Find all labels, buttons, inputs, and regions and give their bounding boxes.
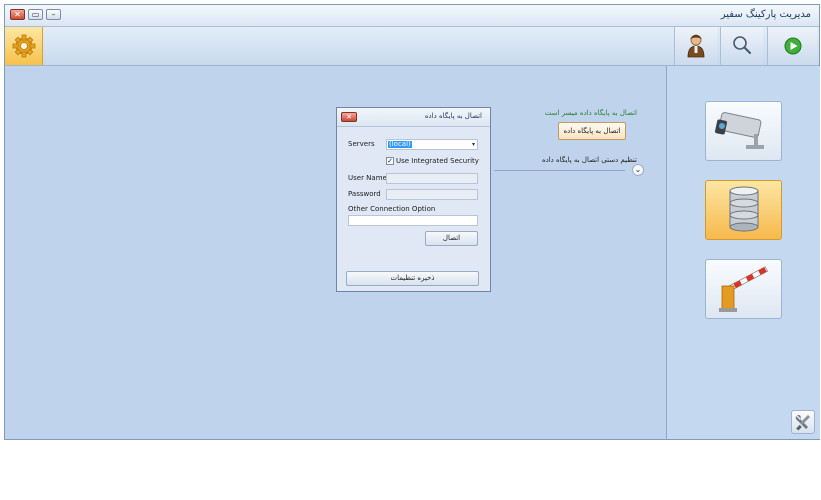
save-settings-button[interactable]: ذخیره تنظیمات [346,271,479,286]
integrated-security-label: Use Integrated Security [396,157,479,165]
user-button[interactable] [674,27,717,65]
search-icon [733,36,752,55]
integrated-security-checkbox[interactable]: ✓ [386,157,394,165]
dialog-close-button[interactable]: ✕ [341,112,357,122]
parking-barrier-tile[interactable] [705,259,782,319]
main-content: ✕ اتصال به پایگاه داده Servers (local) ▾… [5,66,820,439]
username-label: User Name [348,174,387,182]
maximize-window-button[interactable]: ▭ [28,9,43,20]
title-bar: ✕ ▭ – مدیریت پارکینگ سفیر [5,5,819,27]
search-button[interactable] [720,27,763,65]
tools-icon [795,415,810,431]
chevron-down-icon: ▾ [471,141,475,148]
database-icon [729,186,759,232]
dialog-title: اتصال به پایگاه داده [424,112,482,120]
security-camera-icon [715,112,764,149]
connection-status-text: اتصال به پایگاه داده میسر است [544,109,637,117]
other-connection-option-field[interactable] [348,215,478,226]
toolbar [5,27,819,66]
tools-button[interactable] [791,410,815,434]
dialog-connect-button[interactable]: اتصال [425,231,478,246]
divider [494,170,625,171]
minimize-window-button[interactable]: – [46,9,61,20]
right-panel [666,66,820,439]
servers-value: (local) [388,140,412,148]
servers-combo[interactable]: (local) ▾ [386,139,478,150]
run-button[interactable] [767,27,817,65]
user-icon [687,34,705,58]
database-tile[interactable] [705,180,782,240]
expand-manual-settings-toggle[interactable]: ⌄ [632,164,644,176]
username-field[interactable] [386,173,478,184]
parking-barrier-icon [719,266,769,312]
window-title: مدیریت پارکینگ سفیر [720,9,811,20]
connect-database-button[interactable]: اتصال به پایگاه داده [558,122,626,140]
dialog-title-bar: ✕ اتصال به پایگاه داده [337,108,490,127]
cameras-tile[interactable] [705,101,782,161]
password-label: Password [348,190,381,198]
db-connection-dialog: ✕ اتصال به پایگاه داده Servers (local) ▾… [336,107,491,292]
manual-connection-label: تنظیم دستی اتصال به پایگاه داده [541,156,637,164]
app-window: ✕ ▭ – مدیریت پارکینگ سفیر ✕ اتصال به پای… [4,4,820,440]
gear-icon [12,34,36,58]
password-field[interactable] [386,189,478,200]
servers-label: Servers [348,140,375,148]
close-window-button[interactable]: ✕ [10,9,25,20]
other-connection-option-label: Other Connection Option [348,205,436,213]
play-icon [784,37,802,55]
settings-button[interactable] [5,27,43,65]
